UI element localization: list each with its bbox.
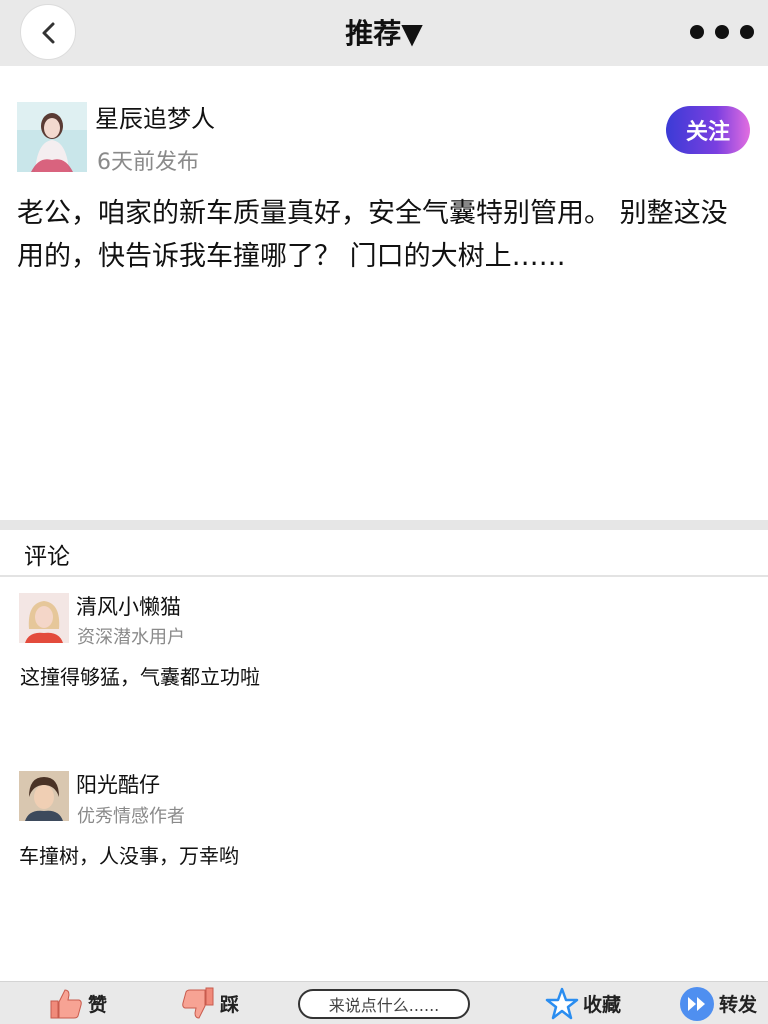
dislike-label: 踩 <box>220 994 240 1016</box>
more-dots-icon <box>690 25 704 39</box>
comments-divider <box>0 575 768 577</box>
share-button[interactable]: 转发 <box>679 982 757 1024</box>
comment-avatar[interactable] <box>19 771 69 821</box>
like-button[interactable]: 赞 <box>48 982 107 1024</box>
more-dot <box>740 25 754 39</box>
author-name[interactable]: 星辰追梦人 <box>95 99 215 134</box>
comment-author[interactable]: 阳光酷仔 <box>76 769 160 799</box>
star-icon <box>545 987 579 1019</box>
share-label: 转发 <box>719 994 758 1016</box>
comments-title: 评论 <box>24 544 70 570</box>
page-title[interactable]: 推荐▼ <box>0 12 768 52</box>
section-divider <box>0 520 768 530</box>
comment-author[interactable]: 清风小懒猫 <box>76 591 181 621</box>
comment-text: 这撞得够猛，气囊都立功啦 <box>20 665 260 689</box>
comment-avatar[interactable] <box>19 593 69 643</box>
comment-author-role: 资深潜水用户 <box>77 627 185 648</box>
more-dot <box>715 25 729 39</box>
favorite-label: 收藏 <box>583 994 622 1016</box>
like-label: 赞 <box>88 994 108 1016</box>
comment-author-role: 优秀情感作者 <box>77 806 185 827</box>
comment-input[interactable]: 来说点什么...... <box>298 989 470 1019</box>
follow-button[interactable]: 关注 <box>666 106 750 154</box>
comment-text: 车撞树，人没事，万幸哟 <box>19 844 239 868</box>
bottom-toolbar: 赞 踩 来说点什么...... 收藏 转发 <box>0 981 768 1024</box>
post-content: 老公，咱家的新车质量真好，安全气囊特别管用。 别整这没用的，快告诉我车撞哪了？ … <box>17 198 728 272</box>
thumbs-up-icon <box>50 988 82 1018</box>
forward-icon <box>680 986 714 1021</box>
top-bar: 推荐▼ <box>0 0 768 66</box>
author-avatar[interactable] <box>17 102 87 172</box>
more-options-button[interactable] <box>690 22 754 42</box>
favorite-button[interactable]: 收藏 <box>545 982 621 1024</box>
thumbs-down-icon <box>182 987 214 1019</box>
post-time: 6天前发布 <box>97 150 199 175</box>
dislike-button[interactable]: 踩 <box>180 982 239 1024</box>
